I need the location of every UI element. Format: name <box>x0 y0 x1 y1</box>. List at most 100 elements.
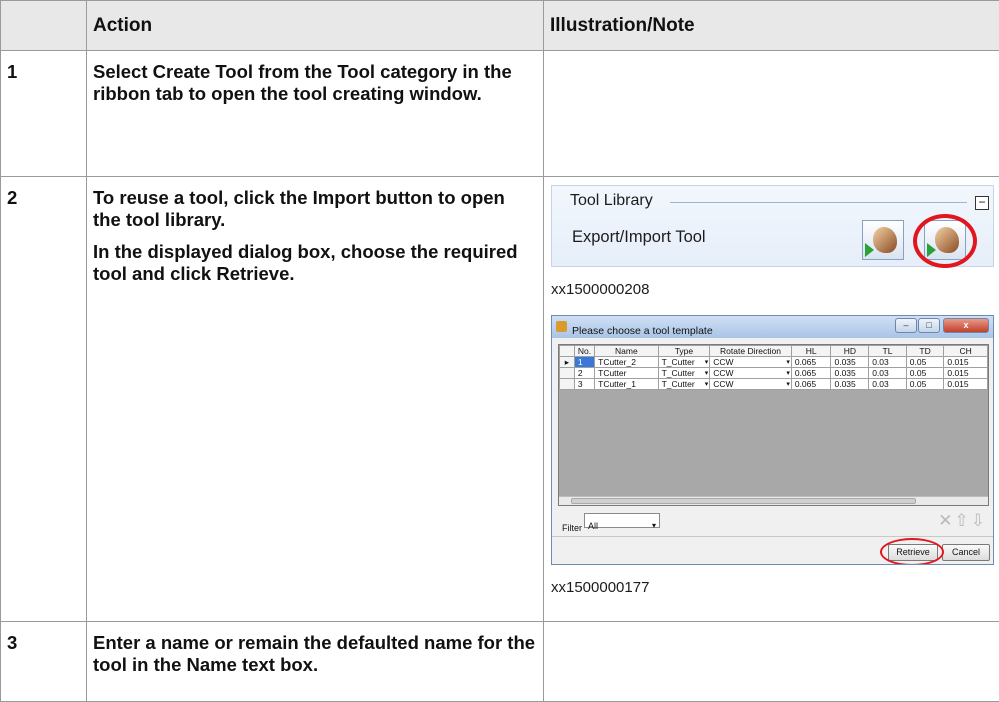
grid-header-row: No. Name Type Rotate Direction HL HD TL … <box>560 346 988 357</box>
table-row: 3 Enter a name or remain the defaulted n… <box>1 622 999 702</box>
divider <box>552 536 993 537</box>
grid-row-header-corner <box>560 346 575 357</box>
text-run: Select <box>93 61 153 82</box>
chevron-down-icon: ▾ <box>652 515 656 537</box>
step-number: 1 <box>1 51 87 177</box>
emphasized-term: Tool <box>337 61 375 82</box>
maximize-icon[interactable]: □ <box>918 318 940 333</box>
grid-cell[interactable]: T_Cutter▾ <box>658 368 710 379</box>
chevron-down-icon: ▾ <box>786 369 790 379</box>
grid-cell[interactable]: 2 <box>574 368 594 379</box>
note-cell: Tool Library − Export/Import Tool xx1500… <box>544 177 999 622</box>
grid-cell[interactable]: 0.015 <box>944 357 988 368</box>
grid-cell[interactable]: 0.035 <box>831 368 869 379</box>
cancel-button[interactable]: Cancel <box>942 544 990 561</box>
action-paragraph: Enter a name or remain the defaulted nam… <box>93 632 537 676</box>
divider <box>670 202 967 203</box>
procedure-table: Action Illustration/Note 1 Select Create… <box>0 0 999 702</box>
grid-column-header[interactable]: TD <box>906 346 944 357</box>
grid-cell[interactable]: 0.03 <box>869 379 907 390</box>
grid-column-header[interactable]: No. <box>574 346 594 357</box>
collapse-icon[interactable]: − <box>975 196 989 210</box>
emphasized-term: Name <box>187 654 237 675</box>
table-row: 2 To reuse a tool, click the Import butt… <box>1 177 999 622</box>
header-step <box>1 1 87 51</box>
highlight-oval <box>880 538 944 565</box>
figure-caption: xx1500000177 <box>551 577 993 599</box>
grid-cell[interactable]: T_Cutter▾ <box>658 379 710 390</box>
table-header-row: Action Illustration/Note <box>1 1 999 51</box>
text-run: text box. <box>237 654 318 675</box>
scrollbar-thumb[interactable] <box>571 498 916 504</box>
note-cell <box>544 51 999 177</box>
grid-column-header[interactable]: HD <box>831 346 869 357</box>
emphasized-term: Retrieve <box>216 263 289 284</box>
grid-cell-value: T_Cutter <box>662 368 695 378</box>
delete-icon[interactable]: ✕ <box>938 511 954 530</box>
action-cell: Enter a name or remain the defaulted nam… <box>87 622 544 702</box>
minimize-icon[interactable]: – <box>895 318 917 333</box>
note-cell <box>544 622 999 702</box>
close-icon[interactable]: x <box>943 318 989 333</box>
grid-cell-value: CCW <box>713 368 733 378</box>
grid-column-header[interactable]: Rotate Direction <box>710 346 792 357</box>
grid-cell[interactable]: 0.035 <box>831 357 869 368</box>
grid-cell[interactable]: 0.05 <box>906 379 944 390</box>
grid-cell[interactable]: 0.065 <box>791 368 831 379</box>
move-down-icon[interactable]: ⇩ <box>971 511 987 530</box>
tool-grid: No. Name Type Rotate Direction HL HD TL … <box>558 344 989 506</box>
grid-cell[interactable]: CCW ▾ <box>710 368 792 379</box>
tool-library-panel: Tool Library − Export/Import Tool <box>551 185 994 267</box>
horizontal-scrollbar[interactable] <box>559 496 988 505</box>
grid-cell[interactable]: 0.015 <box>944 379 988 390</box>
chevron-down-icon: ▾ <box>786 380 790 390</box>
figure-caption: xx1500000208 <box>551 279 993 301</box>
grid-cell[interactable]: 0.065 <box>791 379 831 390</box>
grid-cell[interactable]: CCW▾ <box>710 379 792 390</box>
chevron-down-icon: ▾ <box>705 380 709 390</box>
grid-cell[interactable]: 0.05 <box>906 357 944 368</box>
step-number: 2 <box>1 177 87 622</box>
grid-cell[interactable]: 0.015 <box>944 368 988 379</box>
step-number: 3 <box>1 622 87 702</box>
grid-column-header[interactable]: Type <box>658 346 710 357</box>
grid-row[interactable]: ▸1TCutter_2T_Cutter▾CCW▾0.0650.0350.030.… <box>560 357 988 368</box>
grid-cell[interactable]: TCutter <box>595 368 658 379</box>
grid-cell[interactable]: 0.065 <box>791 357 831 368</box>
grid-row[interactable]: 2TCutterT_Cutter▾CCW ▾0.0650.0350.030.050… <box>560 368 988 379</box>
grid-column-header[interactable]: HL <box>791 346 831 357</box>
grid-row[interactable]: 3TCutter_1T_Cutter▾CCW▾0.0650.0350.030.0… <box>560 379 988 390</box>
text-run: . <box>289 263 294 284</box>
grid-row-header[interactable] <box>560 368 575 379</box>
grid-cell[interactable]: 3 <box>574 379 594 390</box>
dialog-titlebar: Please choose a tool template – □ x <box>552 316 993 338</box>
tool-template-dialog: Please choose a tool template – □ x <box>551 315 994 565</box>
text-run: In the displayed dialog box, choose the … <box>93 241 518 284</box>
grid-column-header[interactable]: TL <box>869 346 907 357</box>
action-cell: To reuse a tool, click the Import button… <box>87 177 544 622</box>
chevron-down-icon: ▾ <box>786 358 790 368</box>
dialog-title: Please choose a tool template <box>572 320 713 342</box>
header-action: Action <box>87 1 544 51</box>
export-tool-button[interactable] <box>862 220 904 260</box>
grid-cell[interactable]: 1 <box>574 357 594 368</box>
tool-grid-table: No. Name Type Rotate Direction HL HD TL … <box>559 345 988 390</box>
grid-cell[interactable]: TCutter_2 <box>595 357 658 368</box>
action-paragraph: Select Create Tool from the Tool categor… <box>93 61 537 105</box>
grid-cell[interactable]: 0.03 <box>869 357 907 368</box>
filter-value: All <box>588 521 598 531</box>
grid-cell[interactable]: T_Cutter▾ <box>658 357 710 368</box>
text-run: from the <box>253 61 337 82</box>
grid-cell[interactable]: TCutter_1 <box>595 379 658 390</box>
grid-column-header[interactable]: CH <box>944 346 988 357</box>
grid-cell[interactable]: 0.035 <box>831 379 869 390</box>
move-up-icon[interactable]: ⇧ <box>955 511 971 530</box>
grid-row-header[interactable]: ▸ <box>560 357 575 368</box>
filter-select[interactable]: All ▾ <box>584 513 660 528</box>
grid-row-header[interactable] <box>560 379 575 390</box>
export-import-label: Export/Import Tool <box>572 226 706 248</box>
grid-column-header[interactable]: Name <box>595 346 658 357</box>
grid-cell[interactable]: 0.03 <box>869 368 907 379</box>
grid-cell[interactable]: 0.05 <box>906 368 944 379</box>
grid-cell[interactable]: CCW▾ <box>710 357 792 368</box>
